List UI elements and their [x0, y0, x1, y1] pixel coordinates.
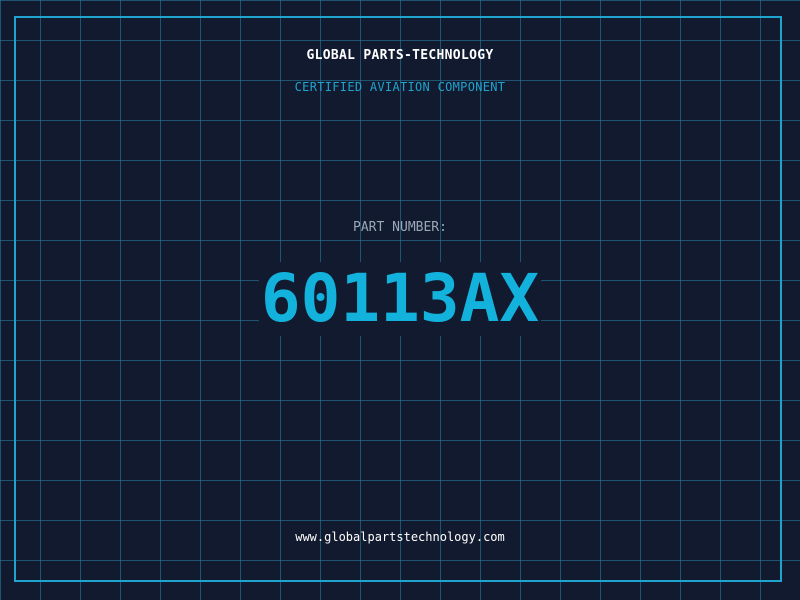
- certification-subtitle: CERTIFIED AVIATION COMPONENT: [294, 80, 506, 94]
- brand-name: GLOBAL PARTS-TECHNOLOGY: [306, 48, 494, 63]
- part-number-value-wrap: 60113AX: [0, 262, 800, 336]
- website-url: www.globalpartstechnology.com: [295, 530, 505, 544]
- part-label-card: GLOBAL PARTS-TECHNOLOGY CERTIFIED AVIATI…: [0, 0, 800, 600]
- part-number-value: 60113AX: [258, 260, 542, 337]
- part-number-label: PART NUMBER:: [353, 220, 447, 235]
